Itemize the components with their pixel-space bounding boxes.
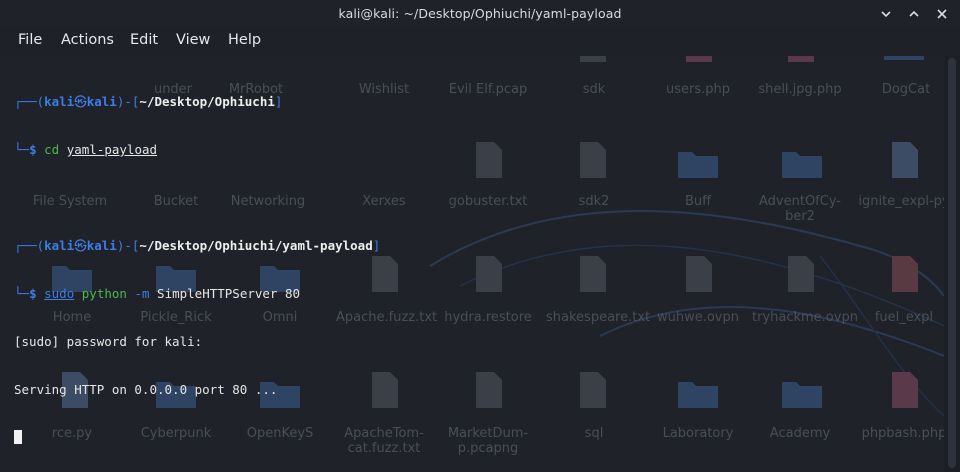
- menu-bar: File Actions Edit View Help: [0, 28, 960, 56]
- scrollbar-thumb[interactable]: [948, 58, 956, 468]
- folder-icon: [884, 56, 924, 60]
- output-line: Serving HTTP on 0.0.0.0 port 80 ...: [14, 382, 278, 397]
- menu-view[interactable]: View: [176, 32, 210, 48]
- menu-edit[interactable]: Edit: [130, 32, 158, 48]
- command-line-2: └─$ sudo python -m SimpleHTTPServer 80: [14, 286, 301, 301]
- command-line-1: └─$ cd yaml-payload: [14, 142, 158, 157]
- prompt-line-2: ┌──(kali㉿kali)-[~/Desktop/Ophiuchi/yaml-…: [14, 238, 381, 253]
- close-button[interactable]: [932, 4, 952, 24]
- minimize-icon: [881, 11, 891, 18]
- minimize-button[interactable]: [876, 4, 896, 24]
- menu-actions[interactable]: Actions: [61, 32, 114, 48]
- prompt-line-1: ┌──(kali㉿kali)-[~/Desktop/Ophiuchi]: [14, 94, 283, 109]
- text-cursor: [14, 430, 22, 444]
- title-bar[interactable]: kali@kali: ~/Desktop/Ophiuchi/yaml-paylo…: [0, 0, 960, 28]
- maximize-icon: [909, 10, 919, 17]
- maximize-button[interactable]: [904, 4, 924, 24]
- output-line: [sudo] password for kali:: [14, 334, 203, 349]
- window-title: kali@kali: ~/Desktop/Ophiuchi/yaml-paylo…: [338, 6, 622, 21]
- cursor-line: [14, 430, 944, 446]
- scrollbar[interactable]: [944, 56, 960, 472]
- terminal-window: kali@kali: ~/Desktop/Ophiuchi/yaml-paylo…: [0, 0, 960, 472]
- menu-help[interactable]: Help: [228, 32, 261, 48]
- close-icon: [937, 9, 947, 19]
- menu-file[interactable]: File: [18, 32, 42, 48]
- terminal-output[interactable]: ┌──(kali㉿kali)-[~/Desktop/Ophiuchi] └─$ …: [14, 62, 944, 472]
